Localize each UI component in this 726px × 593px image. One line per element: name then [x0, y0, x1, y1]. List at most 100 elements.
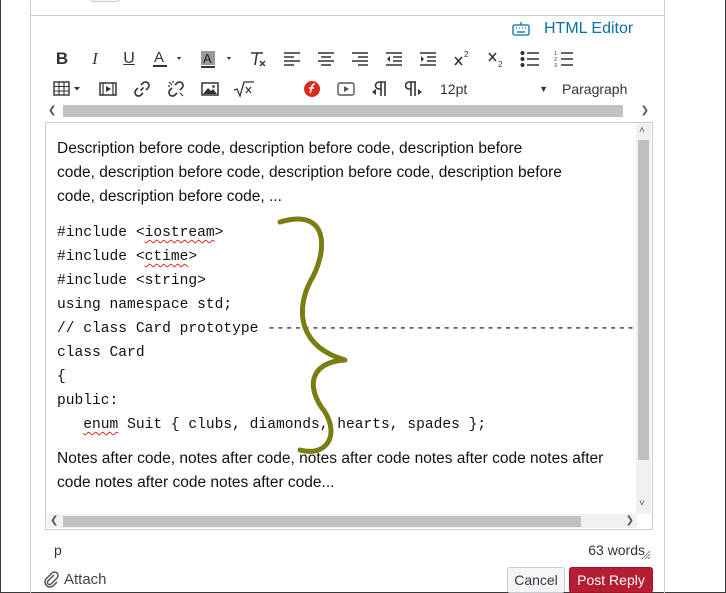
chevron-down-icon: ▼: [539, 84, 548, 94]
video-icon: [337, 82, 355, 96]
code-line: using namespace std;: [57, 297, 233, 313]
image-icon: [201, 82, 219, 96]
toolbar-scrollbar[interactable]: ❮ ❯: [45, 103, 652, 120]
italic-button[interactable]: I: [86, 47, 104, 71]
text-color-button[interactable]: A: [151, 47, 187, 71]
attach-label: Attach: [64, 570, 107, 588]
editor-content[interactable]: Description before code, description bef…: [57, 137, 637, 495]
superscript-button[interactable]: 2: [452, 47, 472, 71]
rtl-paragraph-button[interactable]: [404, 77, 424, 101]
svg-text:2: 2: [464, 50, 469, 59]
code-line: class Card: [57, 345, 145, 361]
table-button[interactable]: [53, 77, 83, 101]
html-editor-label: HTML Editor: [544, 20, 634, 37]
indent-icon: [420, 52, 436, 66]
unlink-icon: [168, 81, 184, 97]
notes-line: code notes after code notes after code..…: [57, 474, 335, 491]
paperclip-icon: [44, 571, 59, 588]
description-line: code, description before code, ...: [57, 188, 282, 205]
align-center-icon: [318, 52, 334, 66]
scroll-left-icon[interactable]: ❮: [50, 515, 58, 527]
subscript-icon: 2: [488, 52, 503, 69]
align-center-button[interactable]: [316, 47, 336, 71]
editor-vertical-scrollbar[interactable]: ˄ ˅: [636, 124, 651, 514]
background-color-button[interactable]: A: [199, 47, 237, 71]
post-reply-button[interactable]: Post Reply: [569, 567, 653, 593]
block-format-value: Paragraph: [562, 81, 628, 97]
flash-tool-icon: [304, 81, 320, 97]
indent-button[interactable]: [418, 47, 438, 71]
scroll-right-icon[interactable]: ❯: [641, 105, 649, 117]
attach-button[interactable]: Attach: [42, 570, 107, 588]
notes-line: Notes after code, notes after code, note…: [57, 450, 604, 467]
rich-text-editor[interactable]: Description before code, description bef…: [45, 122, 653, 530]
bullet-list-button[interactable]: [520, 47, 540, 71]
scroll-down-icon[interactable]: ˅: [639, 498, 645, 510]
svg-text:2: 2: [498, 60, 503, 69]
paragraph-rtl-icon: [405, 81, 422, 96]
code-line: // class Card prototype ----------------…: [57, 321, 637, 337]
html-editor-toggle[interactable]: HTML Editor: [512, 19, 633, 39]
description-line: code, description before code, descripti…: [57, 164, 562, 181]
font-size-value: 12pt: [440, 81, 468, 97]
align-left-icon: [284, 52, 300, 66]
insert-link-button[interactable]: [132, 77, 152, 101]
svg-text:3: 3: [554, 63, 557, 68]
align-right-button[interactable]: [350, 47, 370, 71]
font-size-select[interactable]: 12pt ▼: [440, 77, 548, 101]
flickr-lti-button[interactable]: [302, 77, 322, 101]
media-embed-button[interactable]: [98, 77, 118, 101]
svg-text:A: A: [154, 49, 164, 66]
resize-grip-icon[interactable]: [641, 550, 651, 560]
cancel-button[interactable]: Cancel: [507, 567, 565, 593]
clear-formatting-button[interactable]: [248, 47, 268, 71]
description-line: Description before code, description bef…: [57, 140, 523, 157]
horizontal-scrollbar-thumb[interactable]: [63, 516, 581, 527]
code-token-ctime: ctime: [144, 249, 189, 265]
align-right-icon: [352, 52, 368, 66]
scrollbar-thumb[interactable]: [63, 105, 623, 117]
scroll-left-icon[interactable]: ❮: [48, 105, 56, 117]
table-icon: [53, 81, 80, 96]
code-line: #include <ctime>: [57, 249, 198, 265]
subscript-button[interactable]: 2: [486, 47, 506, 71]
code-line: public:: [57, 393, 119, 409]
numbered-list-button[interactable]: 1 2 3: [554, 47, 574, 71]
superscript-icon: 2: [454, 50, 469, 66]
link-icon: [134, 81, 150, 97]
vertical-scrollbar-thumb[interactable]: [638, 140, 649, 460]
element-path[interactable]: p: [54, 542, 62, 558]
scroll-up-icon[interactable]: ˄: [639, 125, 645, 137]
word-count: 63 words: [588, 542, 645, 558]
keyboard-icon: [512, 22, 530, 36]
numbered-list-icon: 1 2 3: [554, 51, 573, 68]
film-icon: [99, 82, 117, 96]
code-token-enum: enum: [83, 417, 119, 433]
clear-formatting-icon: [251, 52, 266, 67]
code-line: {: [57, 369, 66, 385]
block-format-select[interactable]: Paragraph: [562, 77, 642, 101]
bold-button[interactable]: B: [53, 47, 71, 71]
scroll-right-icon[interactable]: ❯: [626, 515, 634, 527]
insert-image-button[interactable]: [200, 77, 220, 101]
code-line: #include <iostream>: [57, 225, 224, 241]
square-root-icon: [233, 81, 254, 98]
svg-text:A: A: [203, 51, 212, 66]
ltr-paragraph-button[interactable]: [370, 77, 390, 101]
code-line: #include <string>: [57, 273, 206, 289]
remove-link-button[interactable]: [166, 77, 186, 101]
paragraph-ltr-icon: [372, 81, 386, 96]
code-line: enum Suit { clubs, diamonds, hearts, spa…: [83, 417, 487, 433]
align-left-button[interactable]: [282, 47, 302, 71]
math-equation-button[interactable]: [233, 77, 255, 101]
underline-button[interactable]: U: [120, 47, 138, 71]
code-token-iostream: iostream: [144, 225, 215, 241]
panel-top-button-stub: [90, 0, 120, 2]
bullet-list-icon: [520, 51, 539, 67]
editor-horizontal-scrollbar[interactable]: ❮ ❯: [47, 514, 637, 528]
text-color-icon: A: [153, 49, 181, 67]
editor-status-bar: p 63 words: [45, 530, 653, 564]
outdent-button[interactable]: [384, 47, 404, 71]
record-media-button[interactable]: [336, 77, 356, 101]
panel-divider: [31, 15, 664, 16]
